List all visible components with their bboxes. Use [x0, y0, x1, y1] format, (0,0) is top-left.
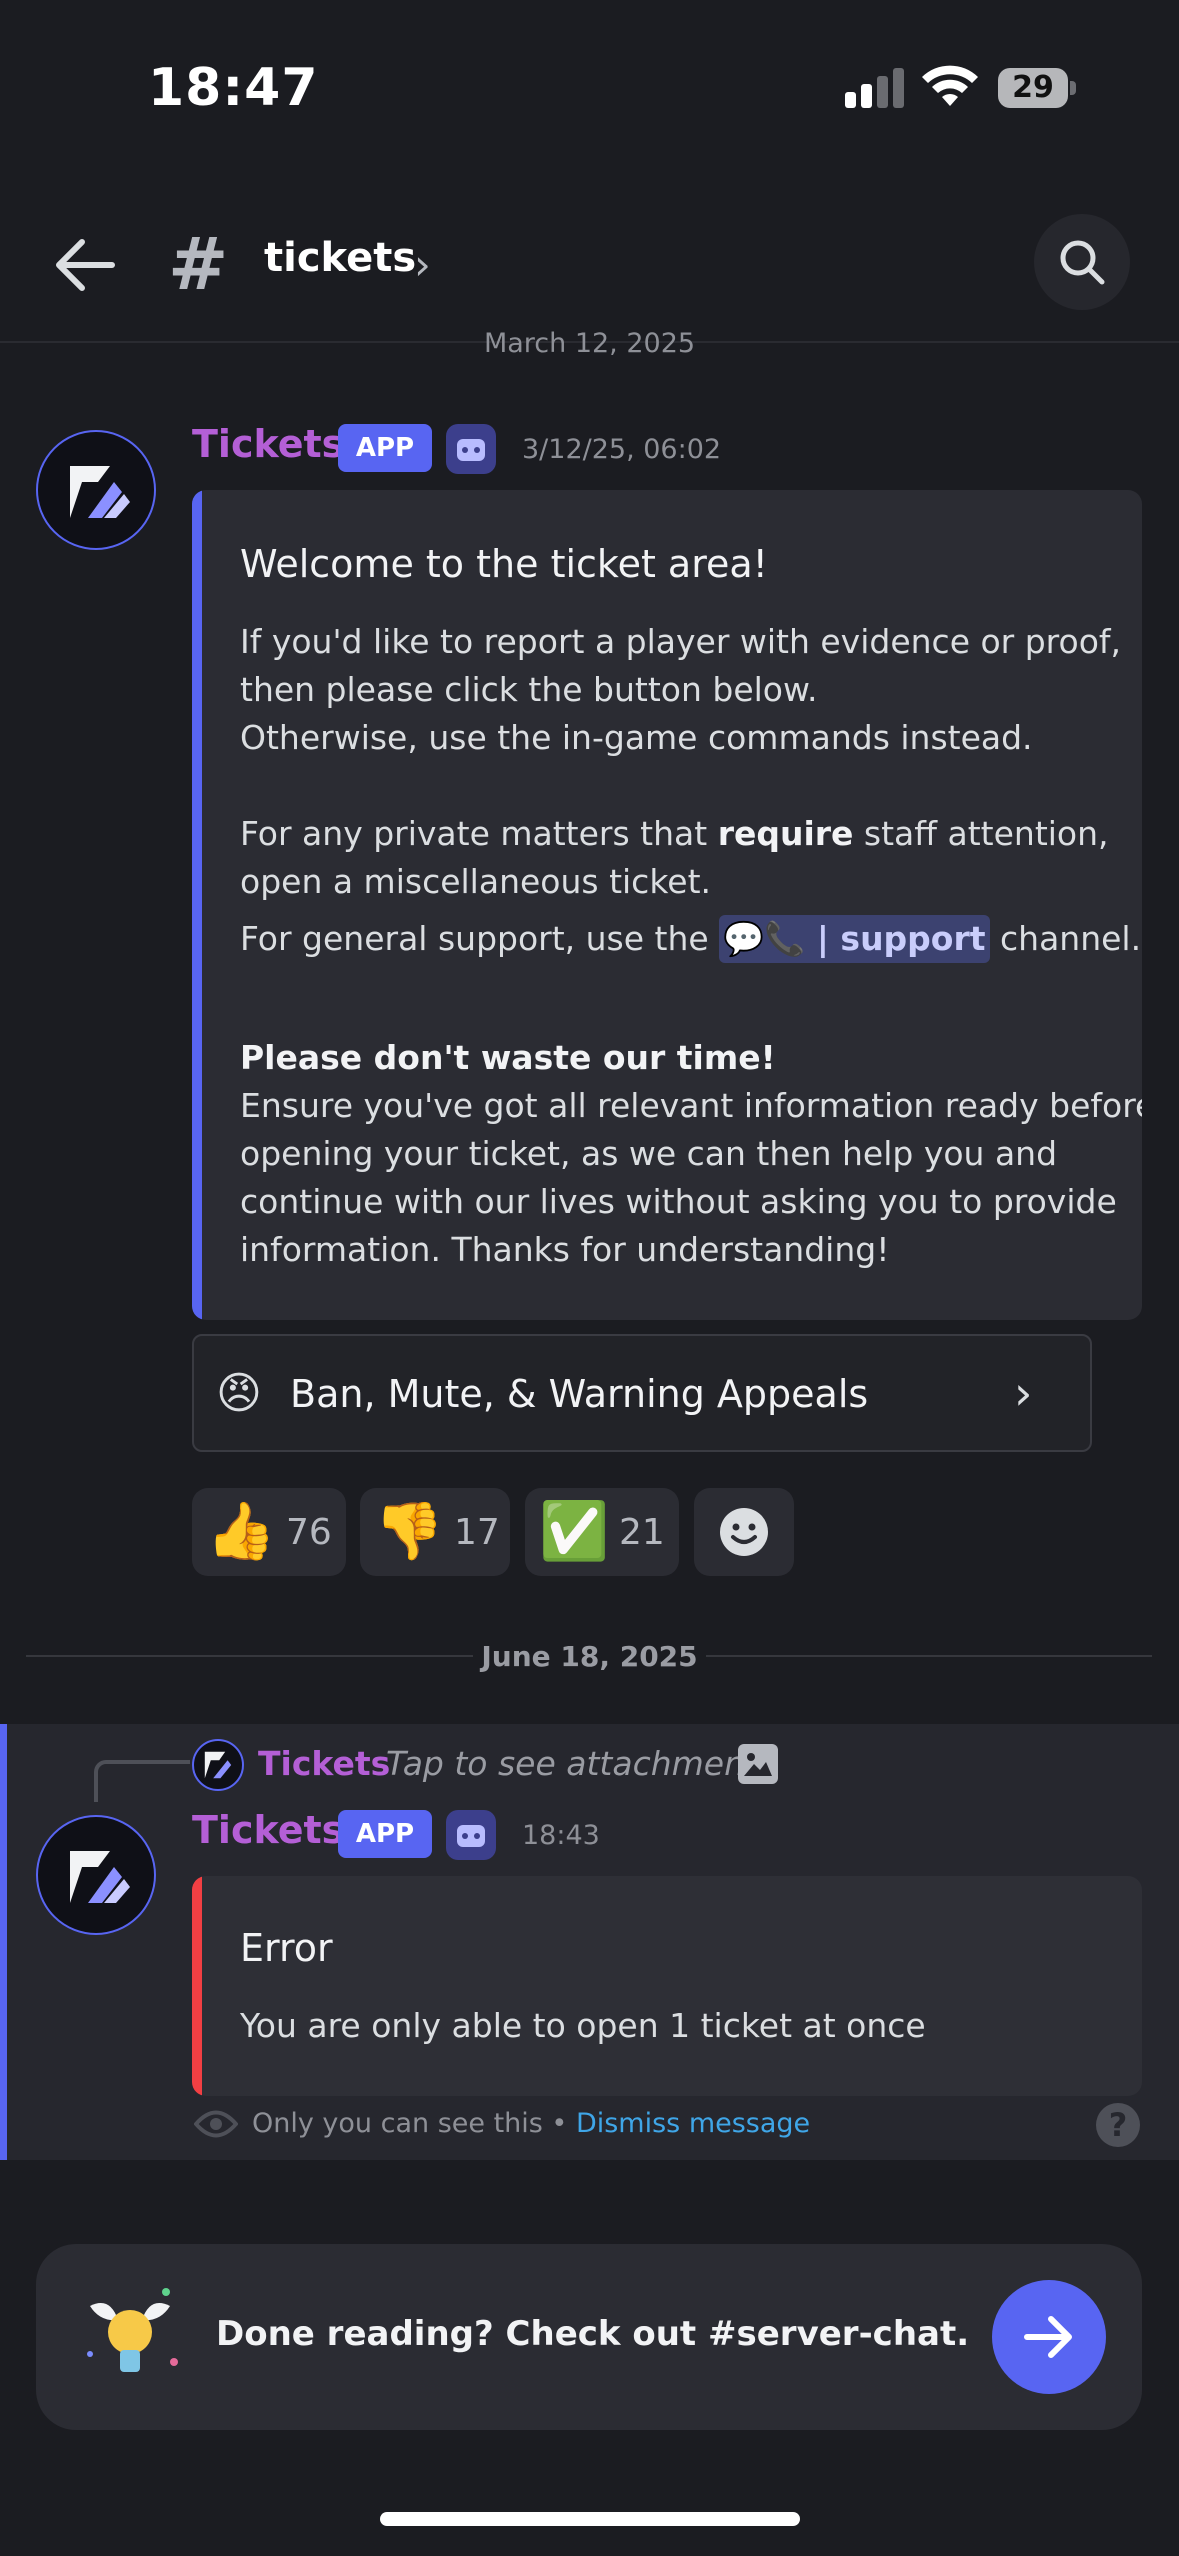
reaction-thumbs-down[interactable]: 👎 17 — [360, 1488, 510, 1576]
embed-line: Please don't waste our time! — [240, 1034, 776, 1082]
search-button[interactable] — [1034, 214, 1130, 310]
bot-icon — [446, 424, 496, 474]
channel-header: # tickets › — [0, 200, 1179, 343]
winged-lightbulb-icon — [87, 2288, 178, 2372]
date-divider-partial: March 12, 2025 — [483, 328, 696, 359]
ephemeral-note-text: Only you can see this • — [252, 2108, 576, 2139]
embed-text: You are only able to open 1 ticket at on… — [240, 2006, 926, 2045]
bold-word: require — [717, 814, 854, 853]
message-timestamp: 3/12/25, 06:02 — [522, 434, 722, 465]
eye-icon — [194, 2110, 238, 2138]
avatar[interactable] — [36, 430, 156, 550]
battery-level: 29 — [1012, 70, 1054, 105]
ephemeral-note: Only you can see this • Dismiss message — [252, 2108, 810, 2139]
embed-line: Otherwise, use the in-game commands inst… — [240, 718, 1033, 757]
wifi-icon — [922, 65, 978, 106]
avatar[interactable] — [36, 1815, 156, 1935]
channel-title[interactable]: tickets — [264, 235, 416, 281]
appeals-select-button[interactable]: 😠 Ban, Mute, & Warning Appeals › — [192, 1334, 1092, 1452]
help-icon[interactable]: ? — [1096, 2103, 1140, 2147]
phone-icon: 📞 — [764, 919, 806, 958]
embed-title: Welcome to the ticket area! — [240, 542, 768, 586]
embed-line: For any private matters that require sta… — [240, 814, 1109, 853]
status-time: 18:47 — [148, 58, 319, 118]
thumbs-down-icon: 👎 — [374, 1499, 444, 1564]
embed-line: continue with our lives without asking y… — [240, 1182, 1117, 1221]
go-to-channel-button[interactable] — [992, 2280, 1106, 2394]
embed-line: opening your ticket, as we can then help… — [240, 1134, 1058, 1173]
app-badge: APP — [338, 1810, 432, 1858]
reply-connector — [94, 1760, 190, 1802]
message-author[interactable]: Tickets — [192, 1808, 344, 1852]
arrow-right-icon — [1024, 2316, 1072, 2358]
reply-author[interactable]: Tickets — [258, 1744, 390, 1783]
channel-mention[interactable]: 💬📞 | support — [719, 915, 990, 963]
next-channel-prompt[interactable]: Done reading? Check out #server-chat. — [36, 2244, 1142, 2430]
bot-icon — [446, 1810, 496, 1860]
speech-bubble-icon: 💬 — [723, 919, 765, 958]
message-author[interactable]: Tickets — [192, 422, 344, 466]
app-badge: APP — [338, 424, 432, 472]
image-icon — [738, 1744, 778, 1784]
battery-icon: 29 — [998, 68, 1076, 108]
chevron-right-icon: › — [1014, 1366, 1033, 1420]
smiley-icon — [720, 1508, 768, 1556]
embed-accent-bar — [192, 490, 202, 1320]
embed-line: Ensure you've got all relevant informati… — [240, 1086, 1142, 1125]
bold-heading: Please don't waste our time! — [240, 1038, 776, 1077]
prompt-text: Done reading? Check out #server-chat. — [216, 2314, 970, 2354]
select-label: Ban, Mute, & Warning Appeals — [290, 1372, 869, 1416]
angry-face-icon: 😠 — [216, 1368, 262, 1419]
embed-line: open a miscellaneous ticket. — [240, 862, 711, 901]
back-arrow-icon[interactable] — [50, 230, 120, 300]
status-bar: 18:47 29 — [0, 0, 1179, 170]
chevron-right-icon[interactable]: › — [414, 240, 431, 289]
embed-line: information. Thanks for understanding! — [240, 1230, 890, 1269]
embed-title: Error — [240, 1926, 333, 1970]
bot-logo-icon — [70, 1851, 130, 1903]
thumbs-up-icon: 👍 — [206, 1499, 276, 1564]
embed-line: For general support, use the 💬📞 | suppor… — [240, 915, 1141, 963]
welcome-embed: Welcome to the ticket area! If you'd lik… — [192, 490, 1142, 1320]
embed-line: If you'd like to report a player with ev… — [240, 622, 1122, 661]
reply-avatar[interactable] — [192, 1739, 244, 1791]
reaction-count: 21 — [619, 1512, 665, 1553]
embed-accent-bar — [192, 1876, 202, 2096]
dismiss-message-link[interactable]: Dismiss message — [576, 2108, 810, 2139]
check-mark-icon: ✅ — [539, 1499, 609, 1564]
cellular-signal-icon — [845, 68, 905, 108]
bot-logo-icon — [70, 466, 130, 518]
embed-line: then please click the button below. — [240, 670, 818, 709]
reaction-count: 76 — [286, 1512, 332, 1553]
error-embed: Error You are only able to open 1 ticket… — [192, 1876, 1142, 2096]
date-divider: June 18, 2025 — [481, 1640, 698, 1673]
add-reaction-button[interactable] — [694, 1488, 794, 1576]
search-icon — [1060, 240, 1105, 285]
home-indicator[interactable] — [380, 2512, 800, 2526]
reaction-check[interactable]: ✅ 21 — [525, 1488, 679, 1576]
reaction-count: 17 — [454, 1512, 500, 1553]
reaction-thumbs-up[interactable]: 👍 76 — [192, 1488, 346, 1576]
reply-preview[interactable]: Tap to see attachment — [386, 1744, 758, 1783]
hash-channel-icon: # — [168, 222, 229, 306]
message-timestamp: 18:43 — [522, 1820, 600, 1851]
